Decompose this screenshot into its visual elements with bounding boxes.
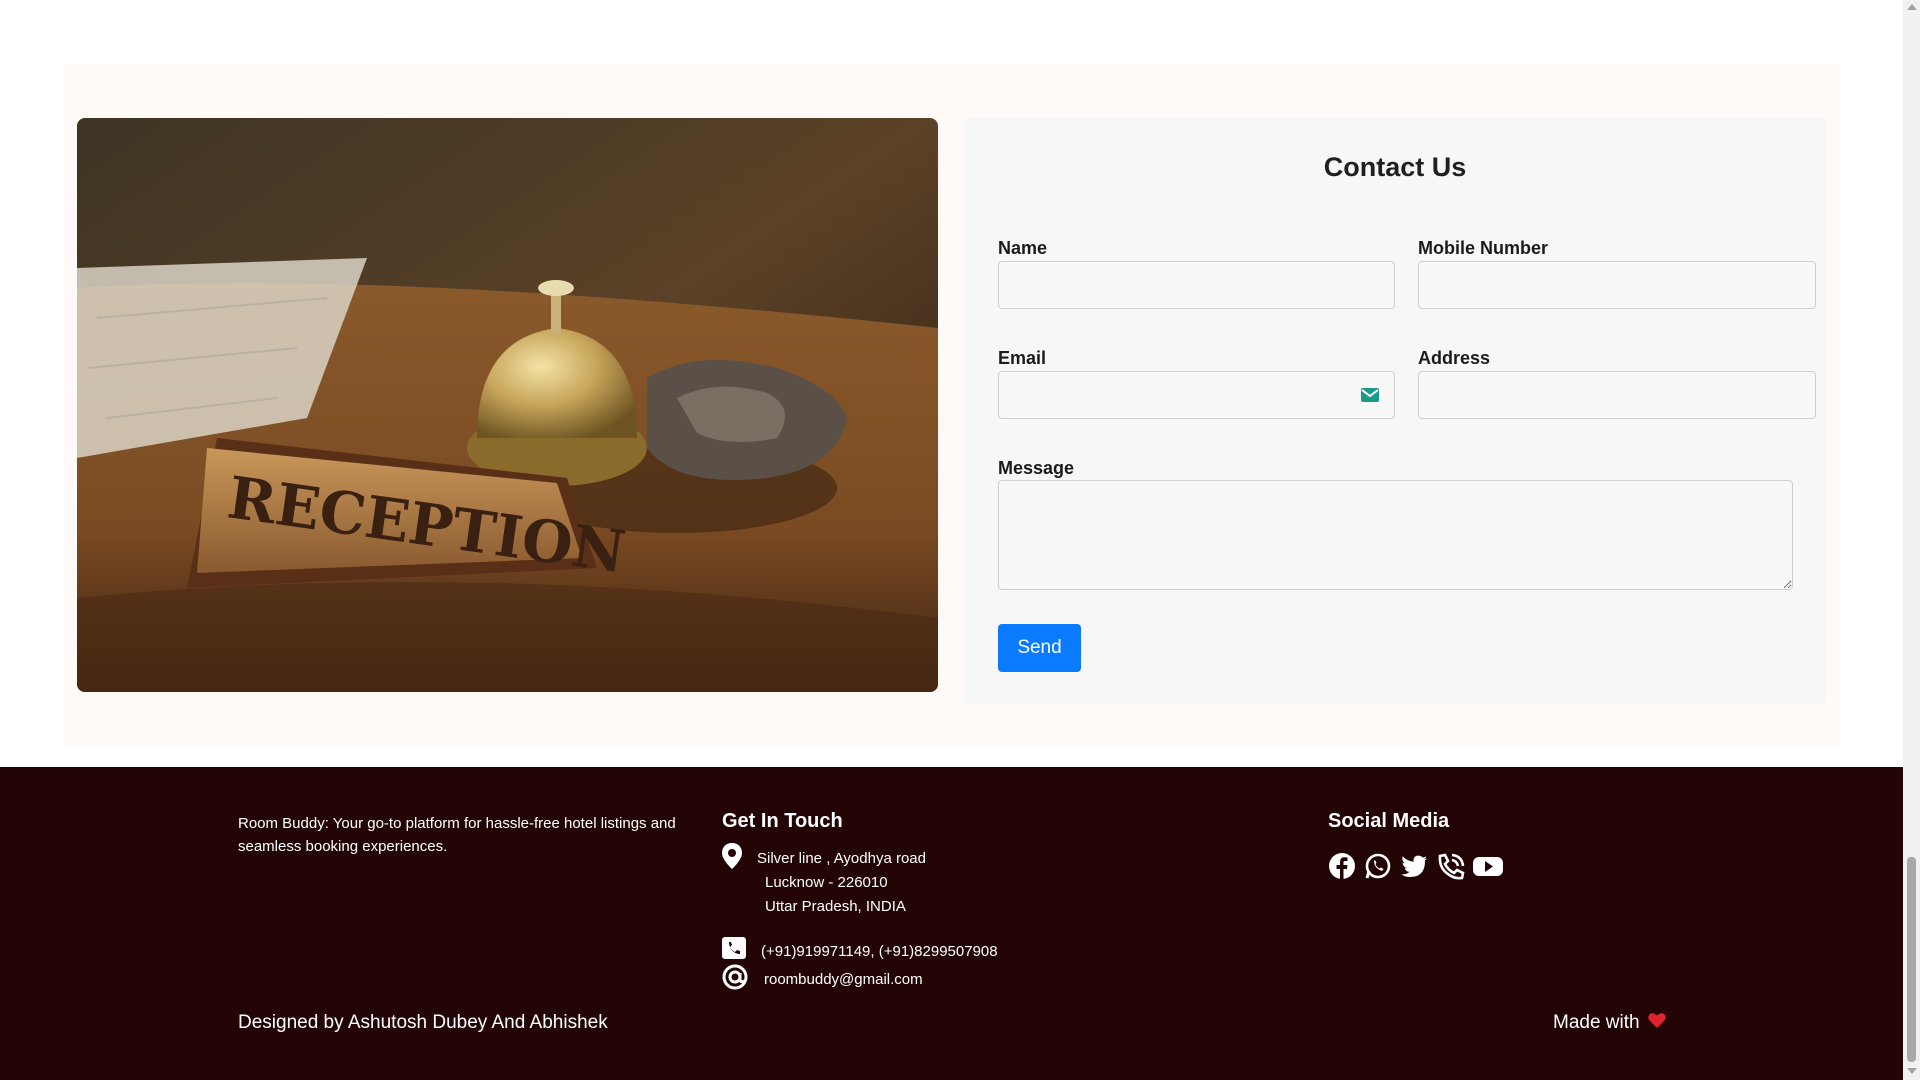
address-label: Address xyxy=(1418,348,1491,368)
social-media-title: Social Media xyxy=(1328,810,1450,832)
contact-form: Contact Us Name Mobile Number Email Addr… xyxy=(964,118,1826,704)
footer-email: roombuddy@gmail.com xyxy=(764,971,923,988)
facebook-icon[interactable] xyxy=(1328,852,1356,880)
form-title: Contact Us xyxy=(1323,152,1467,182)
footer-phone: (+91)919971149, (+91)8299507908 xyxy=(761,943,998,960)
message-label: Message xyxy=(998,458,1075,478)
scroll-up-arrow-icon[interactable] xyxy=(1907,4,1917,10)
footer-about: Room Buddy: Your go-to platform for hass… xyxy=(238,815,676,855)
at-sign-icon xyxy=(722,964,748,995)
made-with-label: Made with xyxy=(1553,1012,1640,1033)
twitter-icon[interactable] xyxy=(1400,852,1428,880)
made-with-credit: Made with xyxy=(1553,1012,1666,1034)
address-line-3: Uttar Pradesh, INDIA xyxy=(765,898,906,915)
footer: Room Buddy: Your go-to platform for hass… xyxy=(0,767,1903,1080)
designed-by-credit: Designed by Ashutosh Dubey And Abhishek xyxy=(238,1012,608,1033)
contact-section: RECEPTION Contact Us Name Mobile Number … xyxy=(64,65,1839,745)
mobile-label: Mobile Number xyxy=(1418,238,1549,258)
send-button[interactable]: Send xyxy=(998,624,1081,672)
email-autofill-icon[interactable] xyxy=(1361,388,1379,402)
message-textarea[interactable] xyxy=(998,480,1793,590)
mobile-input[interactable] xyxy=(1418,261,1816,309)
youtube-icon[interactable] xyxy=(1472,852,1504,880)
address-line-1: Silver line , Ayodhya road xyxy=(757,850,926,867)
email-input[interactable] xyxy=(998,371,1395,419)
location-pin-icon xyxy=(722,843,742,874)
address-line-2: Lucknow - 226010 xyxy=(765,874,888,891)
scroll-down-arrow-icon[interactable] xyxy=(1907,1068,1917,1074)
name-label: Name xyxy=(998,238,1048,258)
phone-square-icon xyxy=(722,937,746,964)
page: RECEPTION Contact Us Name Mobile Number … xyxy=(0,0,1903,1080)
get-in-touch-title: Get In Touch xyxy=(722,810,843,832)
email-label: Email xyxy=(998,348,1047,368)
phone-call-icon[interactable] xyxy=(1436,852,1465,880)
name-input[interactable] xyxy=(998,261,1395,309)
scrollbar-thumb[interactable] xyxy=(1907,857,1916,1062)
vertical-scrollbar[interactable] xyxy=(1903,0,1920,1080)
reception-photo: RECEPTION xyxy=(77,118,938,692)
heart-icon xyxy=(1647,1012,1666,1034)
address-input[interactable] xyxy=(1418,371,1816,419)
social-icons xyxy=(1328,852,1504,880)
whatsapp-icon[interactable] xyxy=(1364,852,1392,880)
